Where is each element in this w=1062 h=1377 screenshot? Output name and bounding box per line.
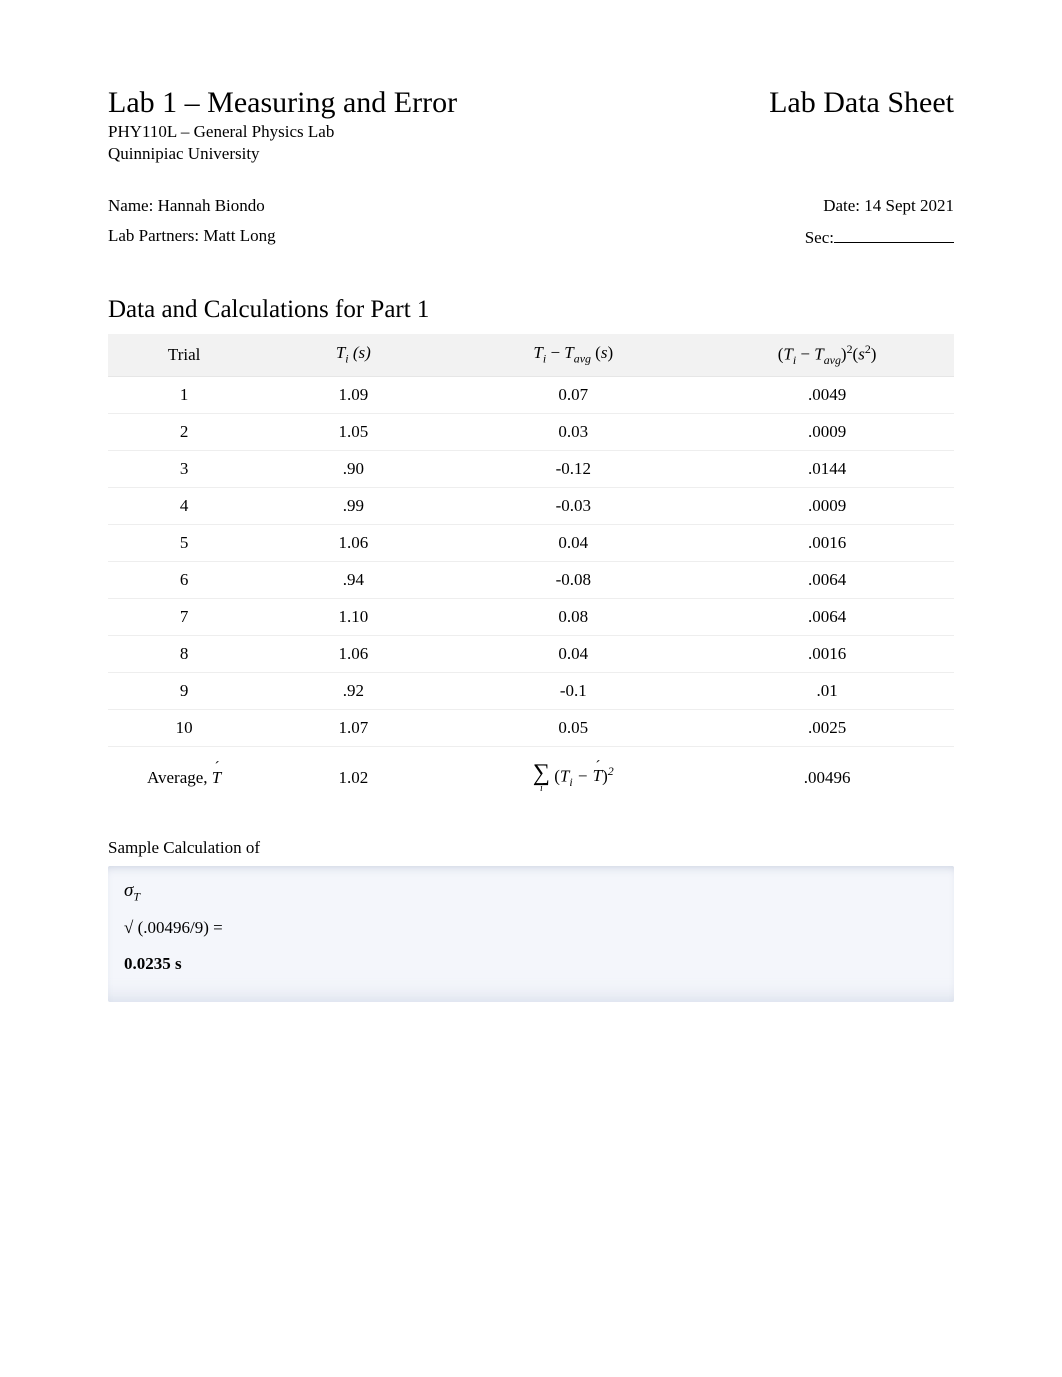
cell-diff: 0.04 <box>446 525 700 562</box>
sigma-sub: T <box>133 889 140 903</box>
cell-sq: .0009 <box>700 488 954 525</box>
th-diff-tavg: T <box>564 343 573 362</box>
table-row: 3.90-0.12.0144 <box>108 451 954 488</box>
table-row: 101.070.05.0025 <box>108 710 954 747</box>
sheet-title: Lab Data Sheet <box>769 86 954 120</box>
date-value: 14 Sept 2021 <box>864 196 954 215</box>
calc-box: σT √ (.00496/9) = 0.0235 s <box>108 866 954 1002</box>
cell-ti: 1.05 <box>260 414 446 451</box>
section-heading: Data and Calculations for Part 1 <box>108 296 954 324</box>
cell-ti: .90 <box>260 451 446 488</box>
cell-ti: .94 <box>260 562 446 599</box>
th-trial: Trial <box>108 334 260 377</box>
lab-title: Lab 1 – Measuring and Error <box>108 86 457 120</box>
cell-ti: .92 <box>260 673 446 710</box>
cell-diff: 0.08 <box>446 599 700 636</box>
th-sq-minus: − <box>800 345 810 364</box>
cell-diff: 0.04 <box>446 636 700 673</box>
th-diff-minus: − <box>550 343 560 362</box>
calc-result: 0.0235 s <box>124 954 938 974</box>
cell-trial: 1 <box>108 377 260 414</box>
sum-sigma-icon: ∑ <box>533 761 550 785</box>
avg-symbol: T <box>212 768 221 788</box>
cell-ti: 1.10 <box>260 599 446 636</box>
university-name: Quinnipiac University <box>108 144 954 164</box>
cell-sq: .0009 <box>700 414 954 451</box>
cell-diff: -0.1 <box>446 673 700 710</box>
name-label: Name: <box>108 196 158 215</box>
partners-field: Lab Partners: Matt Long <box>108 226 276 248</box>
cell-trial: 7 <box>108 599 260 636</box>
cell-trial: 4 <box>108 488 260 525</box>
cell-trial: 8 <box>108 636 260 673</box>
cell-trial: 9 <box>108 673 260 710</box>
section-field: Sec: <box>805 226 954 248</box>
th-diff: Ti − Tavg (s) <box>446 334 700 377</box>
cell-ti: 1.06 <box>260 636 446 673</box>
avg-sum-expr: ∑ i (Ti − T)2 <box>446 747 700 809</box>
cell-sq: .0064 <box>700 599 954 636</box>
cell-sq: .0016 <box>700 525 954 562</box>
avg-sum-value: .00496 <box>700 747 954 809</box>
cell-ti: .99 <box>260 488 446 525</box>
th-ti-unit: (s) <box>349 343 371 362</box>
table-header-row: Trial Ti (s) Ti − Tavg (s) (Ti − Tavg)2(… <box>108 334 954 377</box>
cell-sq: .0064 <box>700 562 954 599</box>
table-row: 11.090.07.0049 <box>108 377 954 414</box>
date-field: Date: 14 Sept 2021 <box>823 196 954 216</box>
cell-diff: 0.05 <box>446 710 700 747</box>
cell-sq: .0025 <box>700 710 954 747</box>
date-label: Date: <box>823 196 864 215</box>
cell-trial: 10 <box>108 710 260 747</box>
th-diff-ti: T <box>533 343 542 362</box>
th-ti-symbol: T <box>336 343 345 362</box>
cell-trial: 2 <box>108 414 260 451</box>
cell-diff: 0.03 <box>446 414 700 451</box>
cell-diff: -0.08 <box>446 562 700 599</box>
avg-ti: 1.02 <box>260 747 446 809</box>
name-value: Hannah Biondo <box>158 196 265 215</box>
table-row: 6.94-0.08.0064 <box>108 562 954 599</box>
table-row: 71.100.08.0064 <box>108 599 954 636</box>
avg-label-cell: Average, T <box>108 747 260 809</box>
average-row: Average, T 1.02 ∑ i (Ti − T)2 .00496 <box>108 747 954 809</box>
table-row: 51.060.04.0016 <box>108 525 954 562</box>
calc-expression: √ (.00496/9) = <box>124 918 938 938</box>
cell-sq: .0016 <box>700 636 954 673</box>
data-table: Trial Ti (s) Ti − Tavg (s) (Ti − Tavg)2(… <box>108 334 954 808</box>
cell-sq: .0144 <box>700 451 954 488</box>
name-field: Name: Hannah Biondo <box>108 196 265 216</box>
table-row: 81.060.04.0016 <box>108 636 954 673</box>
cell-diff: -0.12 <box>446 451 700 488</box>
sec-label: Sec: <box>805 228 834 247</box>
cell-sq: .01 <box>700 673 954 710</box>
partners-value: Matt Long <box>203 226 275 245</box>
course-code: PHY110L – General Physics Lab <box>108 122 954 142</box>
partners-label: Lab Partners: <box>108 226 203 245</box>
cell-ti: 1.07 <box>260 710 446 747</box>
sigma-symbol: σ <box>124 880 133 901</box>
cell-diff: -0.03 <box>446 488 700 525</box>
cell-diff: 0.07 <box>446 377 700 414</box>
cell-ti: 1.09 <box>260 377 446 414</box>
cell-trial: 5 <box>108 525 260 562</box>
cell-ti: 1.06 <box>260 525 446 562</box>
sec-blank-line <box>834 226 954 243</box>
cell-sq: .0049 <box>700 377 954 414</box>
sample-calc-label: Sample Calculation of <box>108 838 954 858</box>
th-sq-tavg: T <box>814 345 823 364</box>
cell-trial: 6 <box>108 562 260 599</box>
th-sq-ti: T <box>783 345 792 364</box>
th-ti: Ti (s) <box>260 334 446 377</box>
table-row: 9.92-0.1.01 <box>108 673 954 710</box>
sigma-symbol-line: σT <box>124 880 938 904</box>
table-row: 21.050.03.0009 <box>108 414 954 451</box>
cell-trial: 3 <box>108 451 260 488</box>
th-sq: (Ti − Tavg)2(s2) <box>700 334 954 377</box>
th-sq-unit: s <box>858 345 865 364</box>
table-row: 4.99-0.03.0009 <box>108 488 954 525</box>
avg-label: Average, <box>147 768 212 787</box>
